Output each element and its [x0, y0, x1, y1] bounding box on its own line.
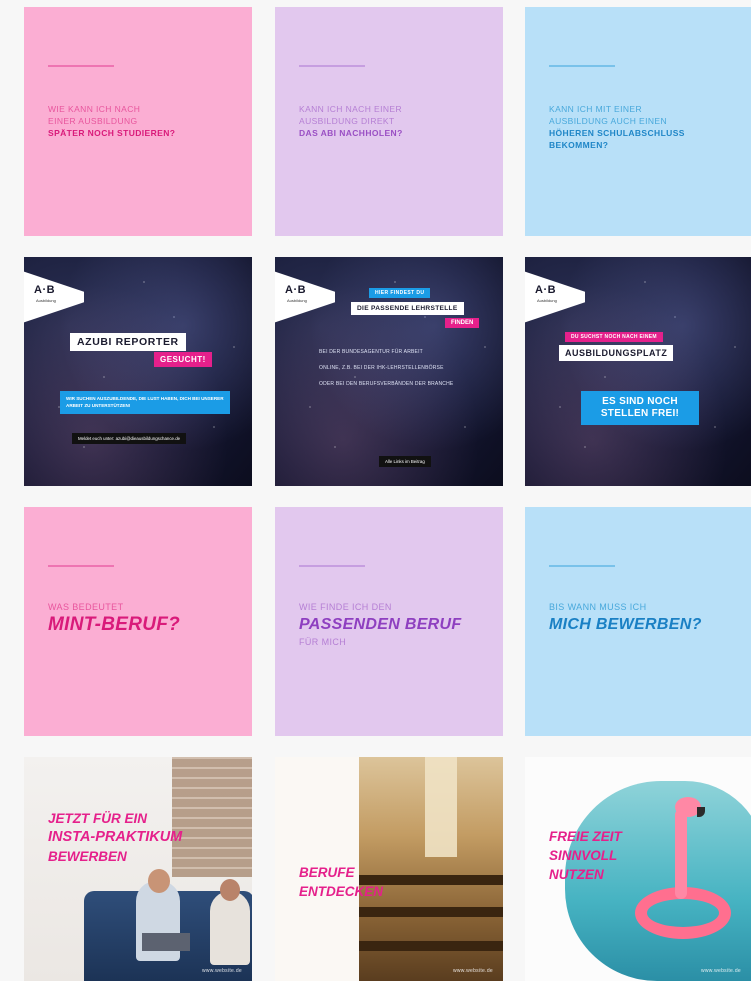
question-highlight: PASSENDEN BERUF — [299, 616, 462, 633]
info-item: Oder bei den Berufsverbänden der Branche — [319, 381, 454, 387]
post-tile-bewerben[interactable]: Bis wann muss ich MICH BEWERBEN? — [525, 507, 751, 736]
headline-sub-box: GESUCHT! — [154, 352, 212, 367]
kicker-box: Du suchst noch nach einem — [565, 332, 663, 342]
info-list: Bei der Bundesagentur für Arbeit Online,… — [319, 349, 479, 397]
website-url: www.website.de — [700, 968, 741, 974]
kicker-box: Hier findest Du — [369, 288, 431, 298]
logo-subtext: Ausbildung — [287, 298, 307, 303]
question-line: Wie finde ich den — [299, 602, 392, 612]
headline-line: INSTA-PRAKTIKUM — [48, 829, 183, 845]
post-headline: BERUFE ENTDECKEN — [299, 863, 383, 901]
divider — [299, 65, 365, 67]
post-headline: FREIE ZEIT SINNVOLL NUTZEN — [549, 827, 622, 884]
question-line: Ausbildung auch einen — [549, 116, 667, 126]
person-head-image — [148, 869, 170, 893]
post-tile-lehrstelle[interactable]: A·B Ausbildung Hier findest Du DIE PASSE… — [275, 257, 503, 486]
info-item: Online, z.B. bei der IHK-Lehrstellenbörs… — [319, 365, 444, 371]
desk-image — [359, 941, 503, 951]
headline-box: DIE PASSENDE LEHRSTELLE — [351, 302, 464, 315]
post-tile-freie-zeit[interactable]: FREIE ZEIT SINNVOLL NUTZEN www.website.d… — [525, 757, 751, 981]
brick-wall-image — [172, 757, 252, 877]
headline-line: BERUFE — [299, 865, 355, 880]
question-line: Wie kann ich nach — [48, 104, 141, 114]
divider — [549, 565, 615, 567]
footer-box: Alle Links im Beitrag — [379, 456, 431, 467]
desk-image — [359, 907, 503, 917]
flamingo-neck-image — [675, 809, 687, 899]
website-url: www.website.de — [452, 968, 493, 974]
callout-line: STELLEN FREI! — [600, 408, 680, 419]
headline-sub-box: FINDEN — [445, 318, 480, 328]
website-url: www.website.de — [201, 968, 242, 974]
question-line: Kann ich mit einer — [549, 104, 642, 114]
logo-text: A·B — [285, 284, 307, 296]
window-image — [425, 757, 457, 857]
logo-text: A·B — [34, 284, 56, 296]
post-question: Kann ich nach einer Ausbildung direkt da… — [299, 103, 403, 139]
post-tile-mint-beruf[interactable]: Was bedeutet MINT-BERUF? — [24, 507, 252, 736]
divider — [299, 565, 365, 567]
question-line: Kann ich nach einer — [299, 104, 403, 114]
logo-subtext: Ausbildung — [537, 298, 557, 303]
footer-box: Meldet euch unter: azubi@dieausbildungsc… — [72, 433, 187, 444]
question-line: für mich — [299, 637, 347, 647]
post-question: Bis wann muss ich MICH BEWERBEN? — [549, 601, 702, 636]
divider — [48, 65, 114, 67]
headline-line: JETZT FÜR EIN — [48, 811, 148, 826]
question-highlight: MICH BEWERBEN? — [549, 616, 702, 633]
headline-line: SINNVOLL — [549, 848, 618, 863]
info-item: Bei der Bundesagentur für Arbeit — [319, 349, 423, 355]
person-head-image — [220, 879, 240, 901]
question-line: Was bedeutet — [48, 602, 124, 612]
post-tile-ausbildungsplatz[interactable]: A·B Ausbildung Du suchst noch nach einem… — [525, 257, 751, 486]
headline-box: AUSBILDUNGSPLATZ — [559, 345, 674, 361]
question-line: Bis wann muss ich — [549, 602, 647, 612]
headline-line: ENTDECKEN — [299, 884, 384, 899]
post-tile-schulabschluss[interactable]: Kann ich mit einer Ausbildung auch einen… — [525, 7, 751, 236]
question-highlight: MINT-BERUF? — [48, 614, 181, 635]
question-line: einer Ausbildung — [48, 116, 138, 126]
post-tile-studieren[interactable]: Wie kann ich nach einer Ausbildung späte… — [24, 7, 252, 236]
headline-line: BEWERBEN — [48, 849, 127, 864]
divider — [48, 565, 114, 567]
body-box: Wir suchen Auszubildende, die Lust haben… — [60, 391, 230, 414]
post-question: Wie kann ich nach einer Ausbildung späte… — [48, 103, 175, 139]
post-question: Was bedeutet MINT-BERUF? — [48, 601, 180, 636]
post-tile-passender-beruf[interactable]: Wie finde ich den PASSENDEN BERUF für mi… — [275, 507, 503, 736]
post-tile-azubi-reporter[interactable]: A·B Ausbildung AZUBI REPORTER GESUCHT! W… — [24, 257, 252, 486]
post-headline: JETZT FÜR EIN INSTA-PRAKTIKUM BEWERBEN — [48, 809, 182, 866]
headline-box: AZUBI REPORTER — [70, 333, 186, 351]
question-highlight: bekommen? — [549, 140, 609, 150]
post-question: Kann ich mit einer Ausbildung auch einen… — [549, 103, 685, 151]
post-tile-insta-praktikum[interactable]: JETZT FÜR EIN INSTA-PRAKTIKUM BEWERBEN w… — [24, 757, 252, 981]
logo-subtext: Ausbildung — [36, 298, 56, 303]
person-image — [210, 891, 250, 965]
question-highlight: höheren Schulabschluss — [549, 128, 685, 138]
question-highlight: das Abi nachholen? — [299, 128, 403, 138]
callout-box: ES SIND NOCH STELLEN FREI! — [581, 391, 699, 425]
divider — [549, 65, 615, 67]
callout-line: ES SIND NOCH — [602, 396, 678, 407]
question-highlight: später noch studieren? — [48, 128, 176, 138]
headline-line: NUTZEN — [549, 867, 604, 882]
post-tile-berufe-entdecken[interactable]: BERUFE ENTDECKEN www.website.de — [275, 757, 503, 981]
headline-line: FREIE ZEIT — [549, 829, 622, 844]
question-line: Ausbildung direkt — [299, 116, 395, 126]
laptop-image — [142, 933, 190, 951]
post-tile-abi-nachholen[interactable]: Kann ich nach einer Ausbildung direkt da… — [275, 7, 503, 236]
logo-text: A·B — [535, 284, 557, 296]
post-question: Wie finde ich den PASSENDEN BERUF für mi… — [299, 601, 461, 649]
